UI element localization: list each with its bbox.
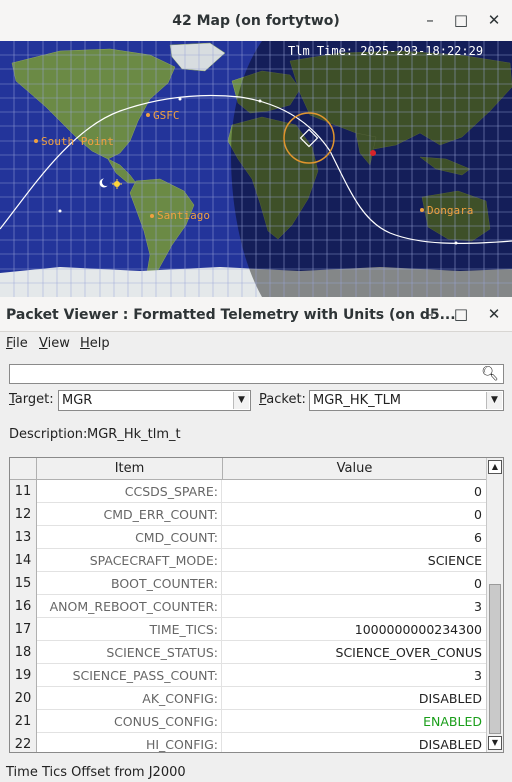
menu-bar: File View Help	[0, 333, 512, 355]
table-row[interactable]: 19 SCIENCE_PASS_COUNT: 3	[10, 664, 487, 687]
item-name: CONUS_CONFIG:	[37, 710, 222, 733]
packet-label: Packet:	[259, 392, 306, 407]
description-value: MGR_Hk_tlm_t	[87, 427, 181, 442]
item-value[interactable]: SCIENCE	[223, 549, 485, 572]
item-name: SCIENCE_PASS_COUNT:	[37, 664, 222, 687]
item-value[interactable]: DISABLED	[223, 733, 485, 752]
site-label-south-point: South Point	[41, 135, 114, 148]
row-number: 18	[10, 641, 37, 664]
row-number: 20	[10, 687, 37, 710]
item-value[interactable]: SCIENCE_OVER_CONUS	[223, 641, 485, 664]
target-select[interactable]: MGR ▼	[58, 390, 251, 411]
close-icon[interactable]: ✕	[484, 10, 504, 30]
packet-viewer-window: Packet Viewer : Formatted Telemetry with…	[0, 297, 512, 782]
row-number: 19	[10, 664, 37, 687]
item-name: TIME_TICS:	[37, 618, 222, 641]
item-value[interactable]: 3	[223, 595, 485, 618]
row-number: 13	[10, 526, 37, 549]
item-name: HI_CONFIG:	[37, 733, 222, 752]
world-map[interactable]: Tlm Time: 2025-293-18:22:29 GSFC South P…	[0, 41, 512, 297]
minimize-icon[interactable]: –	[420, 10, 440, 30]
row-number: 17	[10, 618, 37, 641]
table-row[interactable]: 21 CONUS_CONFIG: ENABLED	[10, 710, 487, 733]
chevron-down-icon[interactable]: ▼	[233, 392, 249, 409]
item-value[interactable]: 0	[223, 572, 485, 595]
telemetry-table: Item Value 11 CCSDS_SPARE: 0 12 CMD_ERR_COUN…	[9, 457, 504, 753]
item-value[interactable]: DISABLED	[223, 687, 485, 710]
search-input[interactable]: 🔍︎	[9, 364, 504, 384]
item-name: CMD_ERR_COUNT:	[37, 503, 222, 526]
close-icon[interactable]: ✕	[484, 304, 504, 324]
column-header-value[interactable]: Value	[223, 458, 487, 480]
table-header: Item Value	[10, 458, 487, 480]
status-bar: Time Tics Offset from J2000	[6, 765, 186, 780]
packet-select[interactable]: MGR_HK_TLM ▼	[309, 390, 504, 411]
table-row[interactable]: 16 ANOM_REBOOT_COUNTER: 3	[10, 595, 487, 618]
item-name: ANOM_REBOOT_COUNTER:	[37, 595, 222, 618]
item-name: BOOT_COUNTER:	[37, 572, 222, 595]
menu-file[interactable]: File	[6, 336, 28, 351]
table-row[interactable]: 12 CMD_ERR_COUNT: 0	[10, 503, 487, 526]
site-label-gsfc: GSFC	[153, 109, 180, 122]
search-icon[interactable]: 🔍︎	[481, 366, 499, 382]
item-value[interactable]: 0	[223, 503, 485, 526]
item-value[interactable]: 3	[223, 664, 485, 687]
item-value[interactable]: 6	[223, 526, 485, 549]
table-row[interactable]: 20 AK_CONFIG: DISABLED	[10, 687, 487, 710]
site-label-santiago: Santiago	[157, 209, 210, 222]
item-value[interactable]: 0	[223, 480, 485, 503]
item-name: SPACECRAFT_MODE:	[37, 549, 222, 572]
row-number: 12	[10, 503, 37, 526]
item-value[interactable]: 1000000000234300	[223, 618, 485, 641]
table-row[interactable]: 13 CMD_COUNT: 6	[10, 526, 487, 549]
menu-view[interactable]: View	[39, 336, 70, 351]
row-number: 22	[10, 733, 37, 752]
map-titlebar[interactable]: 42 Map (on fortytwo) – □ ✕	[0, 0, 512, 42]
site-label-dongara: Dongara	[427, 204, 474, 217]
row-number-header	[10, 458, 37, 480]
column-header-item[interactable]: Item	[37, 458, 223, 480]
packet-viewer-titlebar[interactable]: Packet Viewer : Formatted Telemetry with…	[0, 297, 512, 332]
minimize-icon[interactable]: –	[420, 304, 440, 324]
map-window: 42 Map (on fortytwo) – □ ✕ Tlm Time: 202…	[0, 0, 512, 297]
vertical-scrollbar[interactable]: ▲ ▼	[486, 458, 503, 752]
tlm-time-readout: Tlm Time: 2025-293-18:22:29	[288, 44, 484, 58]
table-row[interactable]: 18 SCIENCE_STATUS: SCIENCE_OVER_CONUS	[10, 641, 487, 664]
description-label: Description:	[9, 427, 88, 442]
item-value[interactable]: ENABLED	[223, 710, 485, 733]
table-body: 11 CCSDS_SPARE: 0 12 CMD_ERR_COUNT: 0 13 CMD_CO…	[10, 480, 487, 752]
table-row[interactable]: 22 HI_CONFIG: DISABLED	[10, 733, 487, 752]
table-row[interactable]: 17 TIME_TICS: 1000000000234300	[10, 618, 487, 641]
chevron-down-icon[interactable]: ▼	[486, 392, 502, 409]
item-name: CCSDS_SPARE:	[37, 480, 222, 503]
target-label: Target:	[9, 392, 54, 407]
row-number: 16	[10, 595, 37, 618]
world-map-graphic	[0, 41, 512, 297]
item-name: CMD_COUNT:	[37, 526, 222, 549]
packet-viewer-title: Packet Viewer : Formatted Telemetry with…	[6, 307, 456, 323]
scroll-up-icon[interactable]: ▲	[488, 460, 502, 474]
scrollbar-thumb[interactable]	[489, 584, 501, 734]
item-name: AK_CONFIG:	[37, 687, 222, 710]
row-number: 21	[10, 710, 37, 733]
menu-help[interactable]: Help	[80, 336, 110, 351]
row-number: 15	[10, 572, 37, 595]
table-row[interactable]: 15 BOOT_COUNTER: 0	[10, 572, 487, 595]
row-number: 11	[10, 480, 37, 503]
table-row[interactable]: 11 CCSDS_SPARE: 0	[10, 480, 487, 503]
row-number: 14	[10, 549, 37, 572]
maximize-icon[interactable]: □	[451, 304, 471, 324]
item-name: SCIENCE_STATUS:	[37, 641, 222, 664]
scroll-down-icon[interactable]: ▼	[488, 736, 502, 750]
maximize-icon[interactable]: □	[451, 10, 471, 30]
table-row[interactable]: 14 SPACECRAFT_MODE: SCIENCE	[10, 549, 487, 572]
